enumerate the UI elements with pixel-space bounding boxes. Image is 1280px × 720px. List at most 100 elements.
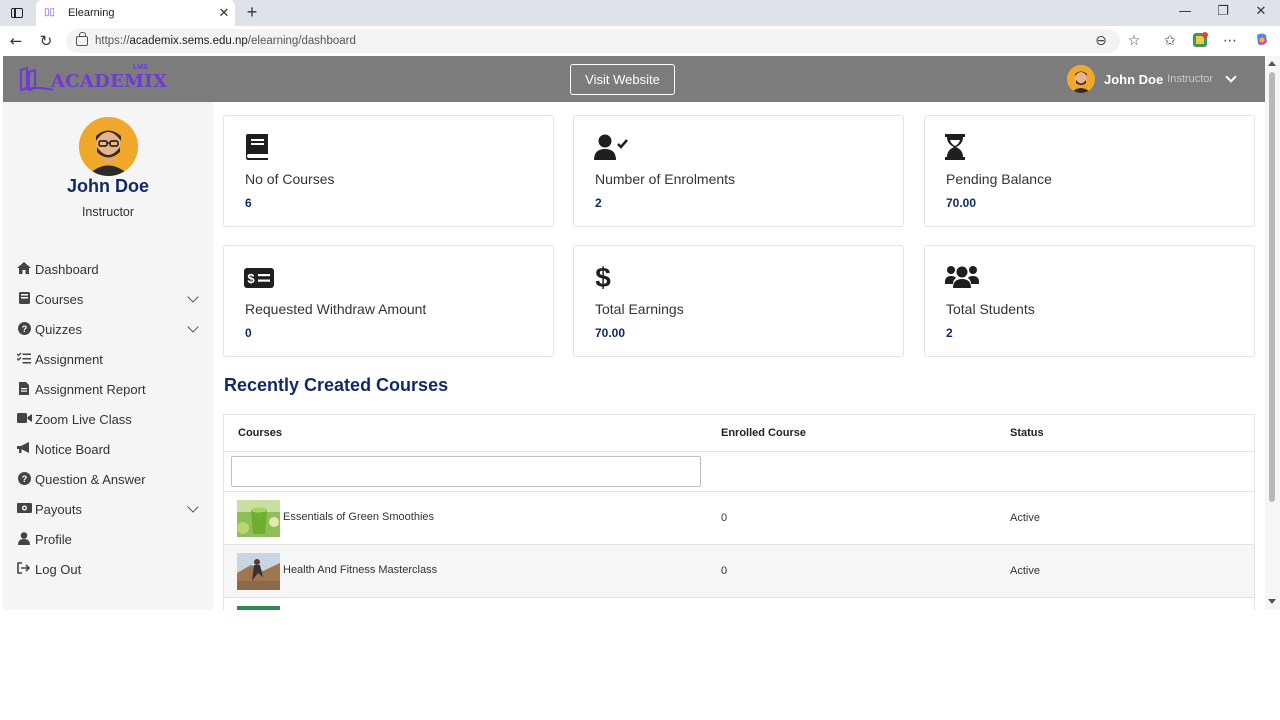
- extension-icon[interactable]: [1191, 32, 1209, 50]
- stat-value: 70.00: [946, 196, 977, 210]
- filter-row: [224, 452, 1254, 492]
- sidebar-item-profile[interactable]: Profile: [3, 524, 213, 554]
- sidebar-item-label: Notice Board: [35, 441, 111, 457]
- tab-close-icon[interactable]: ✕: [213, 5, 235, 21]
- chevron-down-icon[interactable]: [187, 321, 199, 333]
- chevron-down-icon[interactable]: [187, 291, 199, 303]
- table-row[interactable]: Health And Fitness Masterclass 0 Active: [224, 545, 1254, 598]
- favorites-icon[interactable]: ✩: [1161, 32, 1179, 50]
- browser-tab-bar: ▯▯ Elearning ✕ + — ❐ ✕: [0, 0, 1280, 26]
- scroll-up-icon[interactable]: [1268, 61, 1276, 66]
- sidebar-item-courses[interactable]: Courses: [3, 284, 213, 314]
- favicon-icon: ▯▯: [44, 7, 56, 18]
- user-icon: [16, 532, 32, 546]
- main-content: No of Courses 6 Number of Enrolments 2 P…: [213, 102, 1265, 610]
- stat-label: No of Courses: [245, 171, 335, 187]
- logo-text: ACADEMIX: [51, 70, 168, 92]
- stat-card-withdraw: $ Requested Withdraw Amount 0: [223, 245, 554, 357]
- sidebar-item-question-answer[interactable]: ? Question & Answer: [3, 464, 213, 494]
- column-header-enrolled[interactable]: Enrolled Course: [721, 427, 806, 439]
- sidebar-item-label: Payouts: [35, 501, 82, 517]
- sidebar-item-assignment-report[interactable]: Assignment Report: [3, 374, 213, 404]
- chevron-down-icon[interactable]: [1225, 71, 1237, 83]
- url-field[interactable]: https://academix.sems.edu.np/elearning/d…: [66, 29, 1120, 53]
- hourglass-icon: [945, 134, 975, 160]
- sidebar-toggle-icon[interactable]: [8, 4, 26, 22]
- scrollbar-thumb[interactable]: [1269, 72, 1275, 502]
- sidebar-item-payouts[interactable]: Payouts: [3, 494, 213, 524]
- sidebar-item-label: Assignment: [35, 351, 103, 367]
- url-text: https://academix.sems.edu.np/elearning/d…: [95, 35, 356, 47]
- table-row[interactable]: [224, 598, 1254, 610]
- logo-book-icon: [19, 66, 55, 92]
- file-icon: [16, 382, 32, 396]
- stat-label: Total Students: [946, 301, 1035, 317]
- app-header: ACADEMIX LMS Visit Website John Doe Inst…: [3, 56, 1265, 102]
- course-title[interactable]: Health And Fitness Masterclass: [283, 564, 437, 576]
- stat-value: 70.00: [595, 326, 626, 340]
- logo-lms: LMS: [133, 64, 148, 71]
- sidebar-item-label: Dashboard: [35, 261, 99, 277]
- favorite-star-icon[interactable]: ☆: [1125, 32, 1143, 50]
- user-menu[interactable]: John Doe Instructor: [1067, 65, 1237, 93]
- sidebar-item-log-out[interactable]: Log Out: [3, 554, 213, 584]
- money-icon: [16, 502, 32, 516]
- sidebar-menu: Dashboard Courses ? Quizzes Assignment A…: [3, 254, 213, 584]
- column-header-status[interactable]: Status: [1010, 427, 1044, 439]
- course-filter-input[interactable]: [231, 456, 701, 487]
- restore-icon[interactable]: ❐: [1210, 3, 1236, 21]
- scroll-down-icon[interactable]: [1268, 599, 1276, 604]
- close-window-icon[interactable]: ✕: [1248, 3, 1274, 21]
- stat-card-pending-balance: Pending Balance 70.00: [924, 115, 1255, 227]
- address-bar: ← ↻ https://academix.sems.edu.np/elearni…: [0, 26, 1280, 56]
- profile-name: John Doe: [66, 176, 149, 196]
- sidebar-item-label: Zoom Live Class: [35, 411, 132, 427]
- svg-text:$: $: [595, 264, 611, 290]
- sidebar-item-zoom-live-class[interactable]: Zoom Live Class: [3, 404, 213, 434]
- stat-value: 0: [245, 326, 252, 340]
- reader-icon[interactable]: ⊖: [1092, 32, 1110, 50]
- user-check-icon: [594, 134, 628, 160]
- bullhorn-icon: [16, 442, 32, 456]
- copilot-icon[interactable]: [1253, 32, 1271, 50]
- enrolled-count: 0: [721, 565, 728, 577]
- dollar-icon: $: [594, 262, 624, 293]
- svg-text:?: ?: [21, 324, 27, 334]
- user-role: Instructor: [1167, 73, 1214, 85]
- sidebar-item-dashboard[interactable]: Dashboard: [3, 254, 213, 284]
- stat-label: Total Earnings: [595, 301, 684, 317]
- sidebar-item-label: Question & Answer: [35, 471, 146, 487]
- sidebar-item-notice-board[interactable]: Notice Board: [3, 434, 213, 464]
- reload-icon[interactable]: ↻: [36, 31, 56, 51]
- sidebar-item-label: Assignment Report: [35, 381, 146, 397]
- sidebar-item-assignment[interactable]: Assignment: [3, 344, 213, 374]
- svg-text:?: ?: [21, 474, 27, 484]
- minimize-icon[interactable]: —: [1172, 3, 1198, 21]
- academix-logo[interactable]: ACADEMIX LMS: [19, 64, 168, 93]
- new-tab-icon[interactable]: +: [243, 2, 261, 22]
- status-text: Active: [1010, 512, 1040, 524]
- back-icon[interactable]: ←: [6, 31, 26, 51]
- stat-label: Pending Balance: [946, 171, 1052, 187]
- enrolled-count: 0: [721, 512, 728, 524]
- chevron-down-icon[interactable]: [187, 501, 199, 513]
- svg-text:$: $: [247, 271, 255, 286]
- page-scrollbar[interactable]: [1265, 56, 1280, 610]
- visit-website-button[interactable]: Visit Website: [570, 64, 675, 95]
- user-name: John Doe: [1104, 71, 1164, 87]
- avatar: [1067, 65, 1095, 93]
- sidebar-item-quizzes[interactable]: ? Quizzes: [3, 314, 213, 344]
- profile-role: Instructor: [81, 205, 135, 219]
- book-icon: [16, 292, 32, 306]
- stat-value: 6: [245, 196, 252, 210]
- sidebar-item-label: Log Out: [35, 561, 82, 577]
- course-thumbnail: [237, 553, 280, 590]
- course-title[interactable]: Essentials of Green Smoothies: [283, 511, 434, 523]
- more-icon[interactable]: ⋯: [1221, 32, 1239, 50]
- sidebar-item-label: Quizzes: [35, 321, 82, 337]
- stat-card-total-earnings: $ Total Earnings 70.00: [573, 245, 904, 357]
- table-row[interactable]: Essentials of Green Smoothies 0 Active: [224, 492, 1254, 545]
- book-icon: [244, 134, 274, 160]
- column-header-courses[interactable]: Courses: [238, 427, 282, 439]
- browser-tab[interactable]: ▯▯ Elearning ✕: [36, 0, 235, 26]
